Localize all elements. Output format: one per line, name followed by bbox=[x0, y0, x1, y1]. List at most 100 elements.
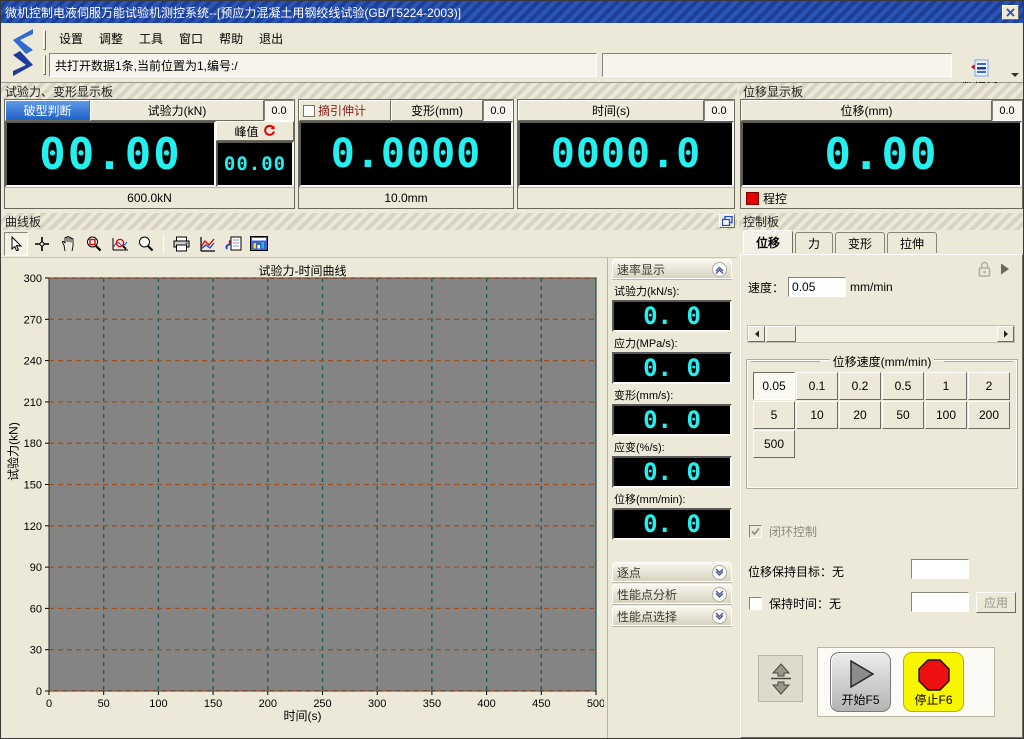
restore-panel-button[interactable] bbox=[719, 214, 735, 228]
tab-tension[interactable]: 拉伸 bbox=[887, 232, 937, 253]
section-performance-select[interactable]: 性能点选择 bbox=[612, 606, 732, 626]
rate-item-strain: 应变(%/s): 0. 0 bbox=[612, 439, 732, 488]
refresh-icon bbox=[263, 125, 276, 138]
print-button[interactable] bbox=[169, 232, 193, 256]
expand-chevron-icon[interactable] bbox=[712, 565, 727, 580]
export-icon bbox=[225, 236, 242, 252]
extensometer-label: 摘引伸计 bbox=[318, 102, 366, 119]
force-small-value: 0.0 bbox=[264, 100, 294, 121]
menu-settings[interactable]: 设置 bbox=[53, 28, 89, 49]
chart-plot[interactable]: 0306090120150180210240270300050100150200… bbox=[1, 257, 604, 727]
hold-time-input[interactable] bbox=[911, 592, 969, 612]
hand-tool-button[interactable] bbox=[56, 232, 80, 256]
speed-preset-button[interactable]: 1 bbox=[925, 372, 967, 400]
menu-adjust[interactable]: 调整 bbox=[93, 28, 129, 49]
force-header-button[interactable]: 试验力(kN) bbox=[90, 100, 264, 121]
rate-item-stress: 应力(MPa/s): 0. 0 bbox=[612, 335, 732, 384]
displacement-small-value: 0.0 bbox=[992, 100, 1022, 121]
deform-small-value: 0.0 bbox=[483, 100, 513, 121]
speed-preset-button[interactable]: 200 bbox=[968, 401, 1010, 429]
speed-preset-button[interactable]: 5 bbox=[753, 401, 795, 429]
speed-preset-button[interactable]: 0.2 bbox=[839, 372, 881, 400]
displacement-header-button[interactable]: 位移(mm) bbox=[741, 100, 992, 121]
pan-tool-button[interactable] bbox=[30, 232, 54, 256]
stop-button[interactable]: 停止F6 bbox=[903, 652, 964, 712]
extensometer-checkbox[interactable]: 摘引伸计 bbox=[299, 100, 391, 121]
play-icon bbox=[846, 659, 876, 689]
tab-displacement[interactable]: 位移 bbox=[743, 230, 793, 253]
time-range-label bbox=[518, 187, 734, 208]
scrollbar-track[interactable] bbox=[796, 326, 997, 342]
peak-button[interactable]: 峰值 bbox=[216, 121, 294, 141]
scrollbar-right-arrow[interactable] bbox=[997, 326, 1014, 342]
menu-help[interactable]: 帮助 bbox=[213, 28, 249, 49]
time-header-button[interactable]: 时间(s) bbox=[518, 100, 704, 121]
force-display: 00.00 bbox=[5, 121, 216, 187]
speed-input[interactable] bbox=[788, 277, 846, 297]
rate-panel-title: 速率显示 bbox=[617, 261, 665, 278]
collapse-chevron-icon[interactable] bbox=[712, 262, 727, 277]
speed-preset-button[interactable]: 0.05 bbox=[753, 372, 795, 400]
zoom-out-button[interactable] bbox=[134, 232, 158, 256]
step-arrow-icon[interactable] bbox=[1000, 263, 1010, 275]
speed-preset-button[interactable]: 10 bbox=[796, 401, 838, 429]
display-settings-button[interactable] bbox=[247, 232, 271, 256]
zoom-curve-button[interactable] bbox=[108, 232, 132, 256]
start-stop-group: 开始F5 停止F6 bbox=[817, 647, 995, 717]
peak-display: 00.00 bbox=[216, 141, 294, 187]
speed-preset-button[interactable]: 50 bbox=[882, 401, 924, 429]
cursor-tool-button[interactable] bbox=[4, 232, 28, 256]
speed-preset-button[interactable]: 500 bbox=[753, 430, 795, 458]
section-pointwise[interactable]: 逐点 bbox=[612, 562, 732, 582]
zoom-out-icon bbox=[138, 236, 154, 252]
menu-window[interactable]: 窗口 bbox=[173, 28, 209, 49]
deform-header-button[interactable]: 变形(mm) bbox=[391, 100, 483, 121]
hold-target-input[interactable] bbox=[911, 559, 969, 579]
hold-time-checkbox[interactable] bbox=[749, 597, 762, 610]
curve-style-button[interactable] bbox=[195, 232, 219, 256]
speed-label: 速度： bbox=[748, 279, 784, 296]
rate-panel-header[interactable]: 速率显示 bbox=[612, 259, 732, 279]
tab-force[interactable]: 力 bbox=[795, 232, 833, 253]
toolbar-grip[interactable] bbox=[43, 55, 46, 75]
close-button[interactable] bbox=[1002, 5, 1019, 20]
expand-chevron-icon[interactable] bbox=[712, 587, 727, 602]
curve-style-icon bbox=[199, 236, 216, 252]
closed-loop-checkbox[interactable] bbox=[749, 525, 762, 538]
status-text: 共打开数据1条,当前位置为1,编号:/ bbox=[55, 57, 238, 74]
svg-text:30: 30 bbox=[30, 645, 42, 657]
dropdown-caret-icon[interactable] bbox=[1011, 73, 1019, 77]
start-button[interactable]: 开始F5 bbox=[830, 652, 891, 712]
break-detect-button[interactable]: 破型判断 bbox=[5, 100, 90, 121]
menu-tools[interactable]: 工具 bbox=[133, 28, 169, 49]
toolbar-grip[interactable] bbox=[43, 30, 46, 50]
speed-preset-button[interactable]: 0.5 bbox=[882, 372, 924, 400]
apply-button[interactable]: 应用 bbox=[976, 592, 1016, 613]
time-display: 0000.0 bbox=[518, 121, 734, 187]
tab-deform[interactable]: 变形 bbox=[835, 232, 885, 253]
menu-exit[interactable]: 退出 bbox=[253, 28, 289, 49]
speed-preset-button[interactable]: 20 bbox=[839, 401, 881, 429]
rate-item-displacement: 位移(mm/min): 0. 0 bbox=[612, 491, 732, 540]
time-display-group: 时间(s) 0.0 0000.0 bbox=[517, 99, 735, 209]
scrollbar-thumb[interactable] bbox=[766, 326, 796, 342]
svg-text:270: 270 bbox=[24, 314, 42, 326]
rate-panel: 速率显示 试验力(kN/s): 0. 0 应力(MPa/s): 0. 0 变形(… bbox=[607, 257, 735, 739]
section-performance-analysis[interactable]: 性能点分析 bbox=[612, 584, 732, 604]
hold-time-label: 保持时间：无 bbox=[769, 595, 841, 612]
jog-updown-button[interactable] bbox=[758, 655, 803, 702]
speed-scrollbar[interactable] bbox=[747, 325, 1015, 343]
speed-group-title: 位移速度(mm/min) bbox=[830, 353, 935, 370]
scrollbar-left-arrow[interactable] bbox=[748, 326, 765, 342]
app-logo-icon bbox=[6, 27, 40, 79]
expand-chevron-icon[interactable] bbox=[712, 609, 727, 624]
speed-preset-button[interactable]: 0.1 bbox=[796, 372, 838, 400]
speed-preset-button[interactable]: 100 bbox=[925, 401, 967, 429]
speed-unit-label: mm/min bbox=[850, 280, 893, 294]
speed-preset-button[interactable]: 2 bbox=[968, 372, 1010, 400]
zoom-region-button[interactable] bbox=[82, 232, 106, 256]
app-window: 微机控制电液伺服万能试验机测控系统--[预应力混凝土用钢绞线试验(GB/T522… bbox=[0, 0, 1024, 739]
export-button[interactable] bbox=[221, 232, 245, 256]
lock-icon bbox=[977, 261, 992, 277]
extensometer-checkbox-box[interactable] bbox=[303, 105, 315, 117]
